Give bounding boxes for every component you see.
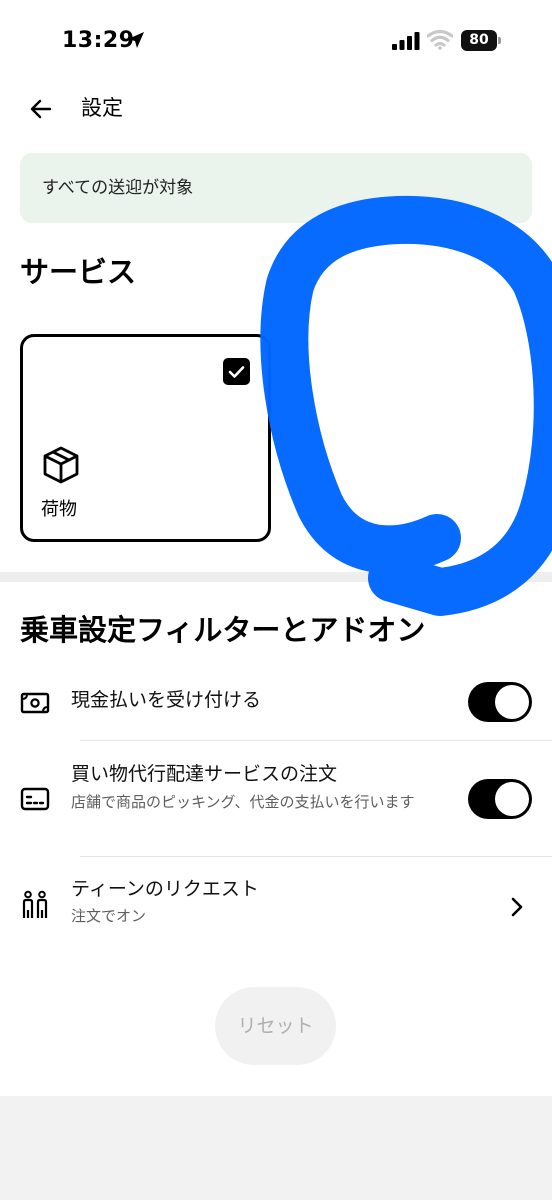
status-time: 13:29 bbox=[62, 28, 135, 53]
checkmark-icon bbox=[228, 365, 245, 378]
page-title: 設定 bbox=[81, 96, 123, 120]
row-divider bbox=[80, 856, 552, 857]
bottom-area bbox=[0, 1096, 552, 1200]
teen-requests-row[interactable]: ティーンのリクエスト 注文でオン bbox=[0, 870, 552, 940]
shopping-delivery-row[interactable]: 買い物代行配達サービスの注文 店舗で商品のピッキング、代金の支払いを行います bbox=[0, 756, 552, 844]
info-banner-text: すべての送迎が対象 bbox=[42, 178, 194, 198]
cellular-signal-icon bbox=[392, 32, 420, 50]
row-title: ティーンのリクエスト bbox=[71, 878, 259, 900]
arrow-left-icon bbox=[30, 99, 52, 119]
cash-payment-toggle[interactable] bbox=[468, 682, 532, 722]
section-divider bbox=[0, 572, 552, 582]
chevron-right-icon bbox=[511, 897, 523, 917]
filters-heading: 乗車設定フィルターとアドオン bbox=[20, 613, 426, 647]
row-title: 現金払いを受け付ける bbox=[71, 689, 262, 711]
status-bar: 13:29 80 bbox=[0, 0, 552, 80]
row-divider bbox=[80, 740, 552, 741]
cash-icon bbox=[20, 692, 50, 714]
battery-level: 80 bbox=[461, 30, 497, 51]
back-button[interactable] bbox=[24, 92, 58, 126]
teens-icon bbox=[22, 890, 48, 918]
row-subtitle: 注文でオン bbox=[71, 907, 147, 925]
service-card-label: 荷物 bbox=[41, 499, 77, 520]
battery-tip bbox=[498, 37, 501, 44]
battery-indicator: 80 bbox=[461, 30, 501, 51]
wifi-icon bbox=[427, 30, 453, 50]
cash-payment-row[interactable]: 現金払いを受け付ける bbox=[0, 674, 552, 738]
card-icon bbox=[20, 787, 50, 811]
info-banner: すべての送迎が対象 bbox=[20, 153, 532, 223]
row-title: 買い物代行配達サービスの注文 bbox=[71, 763, 338, 785]
location-arrow-icon bbox=[128, 32, 144, 48]
toggle-knob bbox=[495, 685, 529, 719]
service-card-package[interactable]: 荷物 bbox=[20, 334, 271, 542]
reset-button[interactable]: リセット bbox=[215, 987, 336, 1065]
services-heading: サービス bbox=[20, 255, 137, 289]
package-icon bbox=[43, 446, 79, 484]
shopping-delivery-toggle[interactable] bbox=[468, 779, 532, 819]
service-checkbox[interactable] bbox=[223, 358, 250, 385]
row-subtitle: 店舗で商品のピッキング、代金の支払いを行います bbox=[71, 793, 415, 811]
toggle-knob bbox=[495, 782, 529, 816]
